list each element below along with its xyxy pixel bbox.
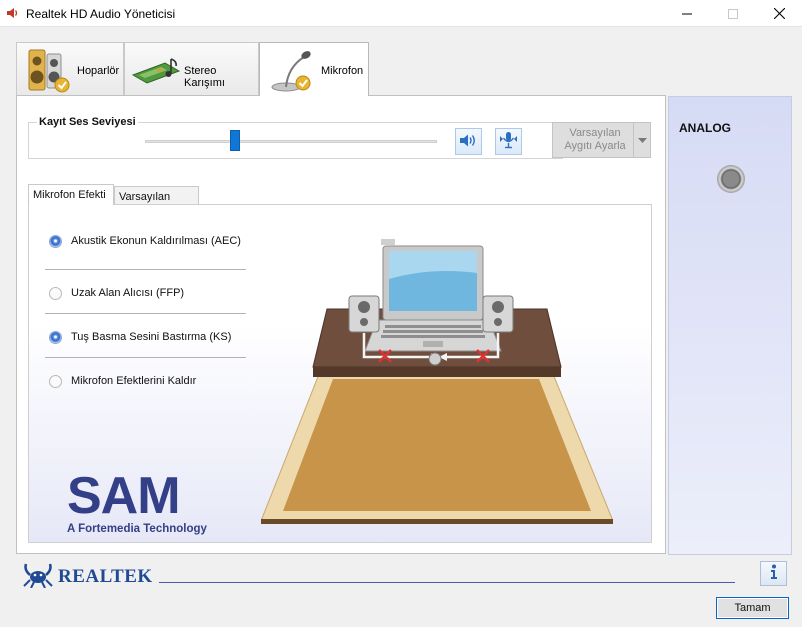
effect-option-disable[interactable]: Mikrofon Efektlerini Kaldır	[49, 371, 196, 391]
effect-option-ks[interactable]: Tuş Basma Sesini Bastırma (KS)	[49, 327, 231, 347]
effect-label: Akustik Ekonun Kaldırılması (AEC)	[71, 235, 241, 247]
realtek-logo: REALTEK	[22, 562, 153, 591]
realtek-crab-icon	[22, 562, 54, 591]
divider	[45, 269, 246, 270]
tab-label: Hoparlör	[77, 65, 120, 77]
tab-label: Stereo Karışımı	[184, 65, 225, 89]
speaker-volume-icon	[459, 133, 478, 151]
audio-jack-icon[interactable]	[717, 165, 745, 193]
microphone-panel: Kayıt Ses Seviyesi Varsayılan Aygıtı Aya…	[16, 95, 666, 554]
mute-button[interactable]	[455, 128, 482, 155]
microphone-balance-icon	[499, 131, 518, 152]
recording-volume-label: Kayıt Ses Seviyesi	[37, 116, 138, 128]
speaker-app-icon[interactable]	[6, 6, 20, 23]
title-bar: Realtek HD Audio Yöneticisi	[0, 0, 802, 27]
radio-selected-icon[interactable]	[49, 234, 62, 248]
divider	[45, 313, 246, 314]
tab-label: Mikrofon	[321, 65, 364, 77]
close-button[interactable]	[756, 0, 802, 27]
effect-option-ffp[interactable]: Uzak Alan Alıcısı (FFP)	[49, 283, 184, 303]
effect-label: Tuş Basma Sesini Bastırma (KS)	[71, 331, 232, 343]
effect-label: Uzak Alan Alıcısı (FFP)	[71, 287, 185, 299]
window-title: Realtek HD Audio Yöneticisi	[26, 7, 176, 21]
effect-option-aec[interactable]: Akustik Ekonun Kaldırılması (AEC)	[49, 231, 241, 251]
analog-label: ANALOG	[679, 121, 731, 135]
default-device-label: Varsayılan Aygıtı Ayarla	[564, 127, 626, 152]
sam-logo: SAM A Fortemedia Technology	[67, 467, 207, 535]
radio-unselected-icon[interactable]	[49, 286, 62, 300]
radio-unselected-icon[interactable]	[49, 374, 62, 388]
subtab-default-format[interactable]: Varsayılan biçim	[114, 186, 199, 215]
recording-volume-group: Kayıt Ses Seviyesi	[28, 116, 563, 159]
balance-button[interactable]	[495, 128, 522, 155]
microphone-icon	[270, 47, 316, 96]
subtab-label: Mikrofon Efekti	[33, 189, 106, 201]
footer: REALTEK Tamam	[0, 555, 802, 627]
info-icon	[769, 564, 779, 583]
subtab-microphone-effects[interactable]: Mikrofon Efekti	[28, 184, 114, 205]
brand-name: REALTEK	[58, 565, 153, 587]
divider	[159, 582, 735, 583]
recording-volume-slider[interactable]	[145, 140, 437, 143]
microphone-effects-area: Akustik Ekonun Kaldırılması (AEC) Uzak A…	[28, 204, 652, 543]
maximize-button	[710, 0, 756, 27]
tab-microphone[interactable]: Mikrofon	[259, 42, 369, 96]
tab-speakers[interactable]: Hoparlör	[16, 42, 124, 95]
analog-connector-panel: ANALOG	[668, 96, 792, 555]
speaker-icon	[27, 47, 73, 96]
effect-label: Mikrofon Efektlerini Kaldır	[71, 375, 197, 387]
minimize-button[interactable]	[664, 0, 710, 27]
default-device-button: Varsayılan Aygıtı Ayarla	[552, 122, 651, 158]
sound-card-icon	[131, 53, 183, 90]
laptop-desk-illustration	[261, 239, 613, 524]
sam-logo-text: SAM	[67, 467, 181, 525]
slider-thumb[interactable]	[230, 130, 240, 151]
divider	[45, 357, 246, 358]
sam-logo-subtitle: A Fortemedia Technology	[67, 523, 207, 535]
info-button[interactable]	[760, 561, 787, 586]
tab-stereo-mix[interactable]: Stereo Karışımı	[124, 42, 259, 95]
ok-button[interactable]: Tamam	[716, 597, 789, 619]
chevron-down-icon	[633, 123, 650, 157]
radio-selected-icon[interactable]	[49, 330, 62, 344]
